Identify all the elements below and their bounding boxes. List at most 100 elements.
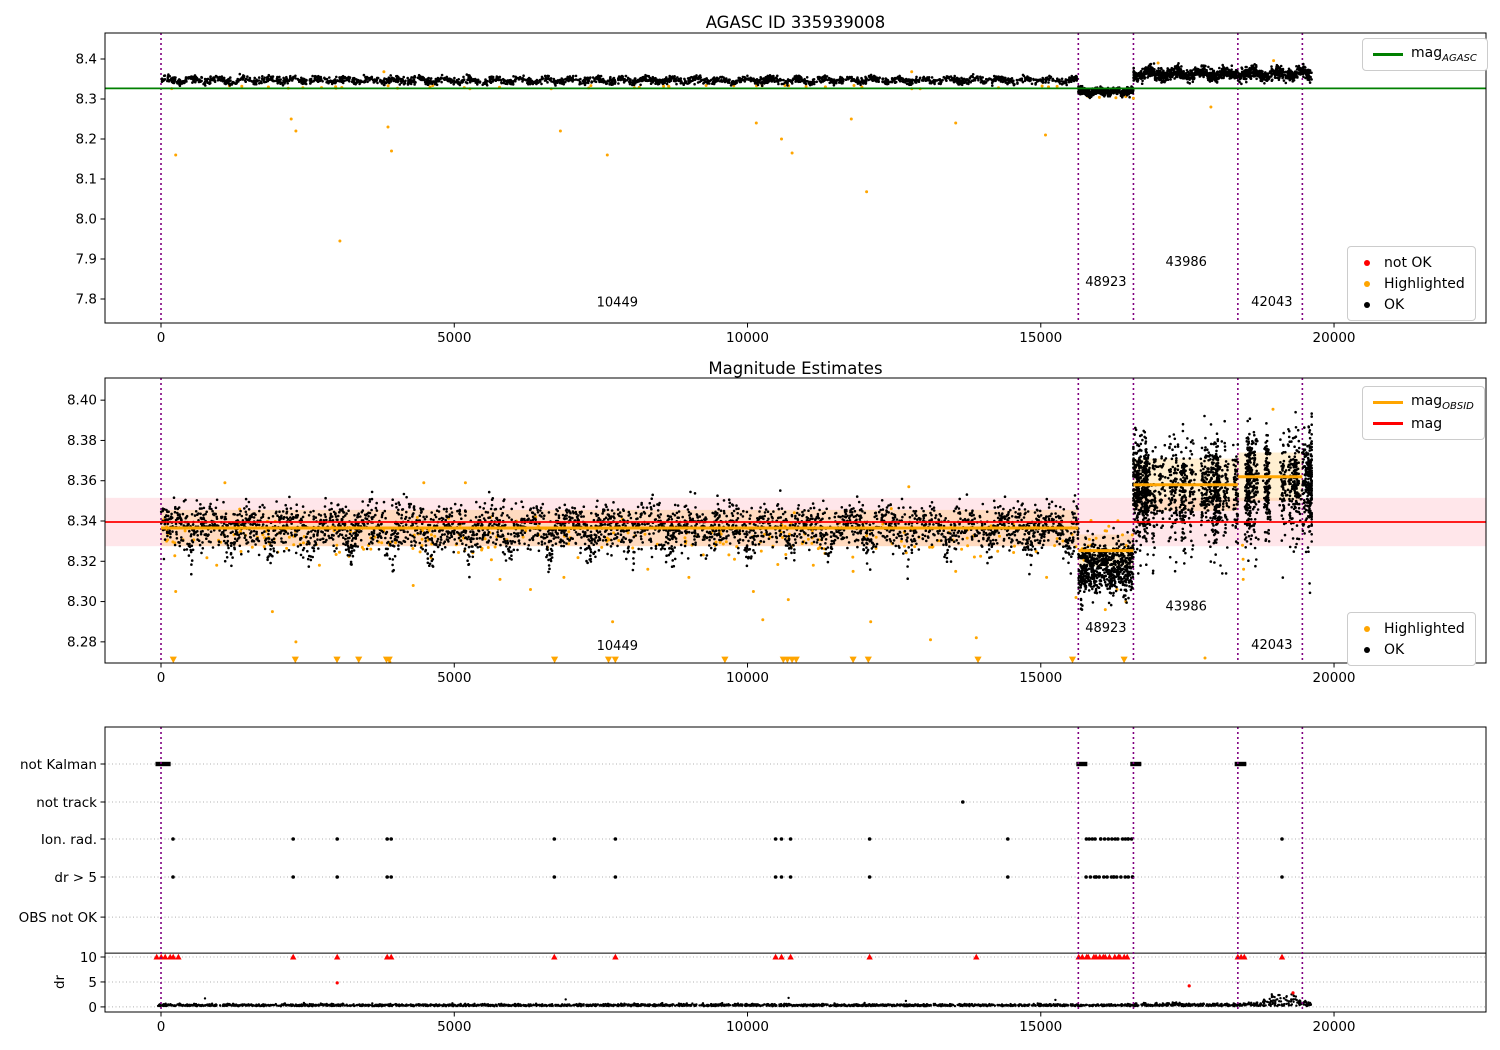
svg-text:0: 0 bbox=[157, 330, 166, 346]
legend-row-not-ok: not OK bbox=[1356, 252, 1465, 273]
legend-mag-obsid: magOBSID mag bbox=[1362, 386, 1485, 440]
obsid-boundary-lines bbox=[161, 33, 1302, 323]
obsid-label-43986: 43986 bbox=[1166, 600, 1207, 615]
x-ticks: 05000100001500020000 bbox=[157, 323, 1356, 346]
agasc-line-swatch bbox=[1373, 53, 1403, 56]
plot1-scatter-highlighted bbox=[170, 59, 1275, 242]
obsid-label-42043: 42043 bbox=[1251, 638, 1292, 653]
svg-text:8.32: 8.32 bbox=[67, 554, 97, 570]
obsid-label-43986: 43986 bbox=[1166, 255, 1207, 270]
svg-text:8.1: 8.1 bbox=[76, 172, 97, 188]
dr-not-ok-points bbox=[336, 981, 1295, 994]
svg-text:8.28: 8.28 bbox=[67, 634, 97, 650]
svg-text:5: 5 bbox=[88, 975, 97, 991]
not-kalman-marker bbox=[1130, 762, 1141, 766]
svg-text:20000: 20000 bbox=[1313, 670, 1356, 686]
legend-row-ok-2: OK bbox=[1356, 639, 1465, 660]
legend-row-ok: OK bbox=[1356, 294, 1465, 315]
row-label: not track bbox=[36, 795, 97, 811]
svg-text:15000: 15000 bbox=[1019, 1019, 1062, 1035]
row-label: dr > 5 bbox=[54, 870, 97, 886]
plot2-title: Magnitude Estimates bbox=[105, 359, 1486, 378]
row-label: Ion. rad. bbox=[41, 832, 97, 848]
highlighted-dot-swatch bbox=[1364, 281, 1370, 287]
svg-text:0: 0 bbox=[88, 1000, 97, 1016]
svg-text:0: 0 bbox=[157, 670, 166, 686]
plot1-title: AGASC ID 335939008 bbox=[105, 13, 1486, 32]
svg-text:8.38: 8.38 bbox=[67, 433, 97, 449]
ion-rad-markers bbox=[171, 837, 1284, 841]
obsid-label-48923: 48923 bbox=[1085, 275, 1126, 290]
svg-text:8.34: 8.34 bbox=[67, 514, 97, 530]
svg-text:8.30: 8.30 bbox=[67, 594, 97, 610]
legend-mag-agasc-label: magAGASC bbox=[1411, 45, 1477, 64]
obsid-annotations: 10449 48923 43986 42043 bbox=[597, 600, 1293, 654]
figure: 1044948923439864204305000100001500020000… bbox=[0, 0, 1500, 1050]
row-label: OBS not OK bbox=[19, 910, 99, 926]
not-kalman-marker bbox=[1235, 762, 1247, 766]
obsid-boundary-lines bbox=[161, 727, 1302, 1012]
flag-markers bbox=[155, 762, 1283, 879]
not-ok-dot-swatch bbox=[1364, 260, 1370, 266]
legend-not-ok-label: not OK bbox=[1384, 255, 1432, 271]
plot-agasc: 1044948923439864204305000100001500020000… bbox=[76, 33, 1486, 346]
dr-gt5-markers bbox=[171, 875, 1284, 879]
svg-text:8.0: 8.0 bbox=[76, 212, 97, 228]
plot-magnitude-estimates: 1044948923439864204305000100001500020000… bbox=[67, 378, 1486, 686]
y-labels: not Kalman not track Ion. rad. dr > 5 OBS no… bbox=[19, 757, 105, 1016]
mag-line-swatch bbox=[1373, 422, 1403, 425]
obsid-label-42043: 42043 bbox=[1251, 295, 1292, 310]
svg-text:5000: 5000 bbox=[437, 330, 471, 346]
obsid-label-10449: 10449 bbox=[597, 639, 638, 654]
axes-border bbox=[105, 727, 1486, 1012]
not-kalman-marker bbox=[155, 762, 170, 766]
charts-svg: 1044948923439864204305000100001500020000… bbox=[0, 0, 1500, 1050]
legend-highlighted-label: Highlighted bbox=[1384, 276, 1465, 292]
x-ticks: 0 5000 10000 15000 20000 bbox=[157, 1012, 1356, 1035]
dr-scatter-ok bbox=[157, 993, 1312, 1007]
dr-axis-label: dr bbox=[52, 974, 68, 989]
highlighted-dot-swatch-2 bbox=[1364, 626, 1370, 632]
svg-text:10000: 10000 bbox=[726, 1019, 769, 1035]
obsid-annotations: 10449 48923 43986 42043 bbox=[597, 255, 1293, 310]
y-ticks: 8.28 8.30 8.32 8.34 8.36 8.38 8.40 bbox=[67, 393, 105, 651]
legend-row-mag: mag bbox=[1371, 413, 1474, 434]
legend-row-highlighted: Highlighted bbox=[1356, 273, 1465, 294]
legend-quality-top: not OK Highlighted OK bbox=[1347, 246, 1476, 321]
svg-text:8.3: 8.3 bbox=[76, 92, 97, 108]
legend-mag-agasc: magAGASC bbox=[1362, 38, 1488, 71]
svg-text:8.36: 8.36 bbox=[67, 473, 97, 489]
y-ticks: 7.8 7.9 8.0 8.1 8.2 8.3 8.4 bbox=[76, 52, 105, 308]
x-ticks: 05000100001500020000 bbox=[157, 663, 1356, 686]
svg-text:8.40: 8.40 bbox=[67, 393, 97, 409]
svg-text:10000: 10000 bbox=[726, 330, 769, 346]
legend-highlighted-label-2: Highlighted bbox=[1384, 621, 1465, 637]
legend-quality-mid: Highlighted OK bbox=[1347, 612, 1476, 666]
svg-text:7.8: 7.8 bbox=[76, 292, 97, 308]
svg-text:5000: 5000 bbox=[437, 1019, 471, 1035]
legend-row-mag-agasc: magAGASC bbox=[1371, 44, 1477, 65]
ok-dot-swatch-2 bbox=[1364, 647, 1370, 653]
dr-capped-markers bbox=[154, 954, 1286, 960]
svg-text:5000: 5000 bbox=[437, 670, 471, 686]
svg-text:8.2: 8.2 bbox=[76, 132, 97, 148]
obsid-label-48923: 48923 bbox=[1085, 621, 1126, 636]
legend-row-highlighted-2: Highlighted bbox=[1356, 618, 1465, 639]
plot-flags-dr: 0 5000 10000 15000 20000 not Kalman not track I… bbox=[19, 727, 1486, 1035]
row-label: not Kalman bbox=[20, 757, 97, 773]
ok-dot-swatch bbox=[1364, 302, 1370, 308]
dotted-gridlines bbox=[105, 764, 1486, 1007]
legend-ok-label-2: OK bbox=[1384, 642, 1404, 658]
obsid-label-10449: 10449 bbox=[597, 296, 638, 311]
svg-text:0: 0 bbox=[157, 1019, 166, 1035]
svg-text:7.9: 7.9 bbox=[76, 252, 97, 268]
svg-text:20000: 20000 bbox=[1313, 330, 1356, 346]
legend-row-mag-obsid: magOBSID bbox=[1371, 392, 1474, 413]
svg-text:8.4: 8.4 bbox=[76, 52, 97, 68]
plot1-scatter-ok bbox=[161, 62, 1313, 99]
svg-text:20000: 20000 bbox=[1313, 1019, 1356, 1035]
svg-text:10000: 10000 bbox=[726, 670, 769, 686]
legend-mag-label: mag bbox=[1411, 416, 1442, 432]
svg-text:10: 10 bbox=[80, 950, 97, 966]
legend-ok-label: OK bbox=[1384, 297, 1404, 313]
